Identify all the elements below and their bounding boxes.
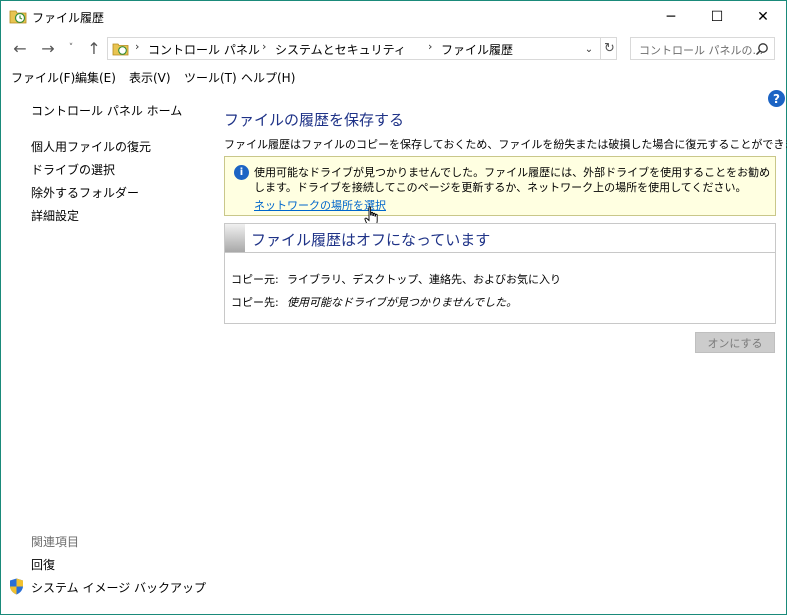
navigation-bar: ← → ˅ ↑ › コントロール パネル › システムとセキュリティ › ファイ… [1,33,786,63]
breadcrumb-separator: › [135,40,140,53]
copy-to-label: コピー先: [231,296,279,309]
info-bar: i 使用可能なドライブが見つかりませんでした。ファイル履歴には、外部ドライブを使… [224,156,776,216]
copy-from-label: コピー元: [231,273,279,286]
breadcrumb-system-security[interactable]: システムとセキュリティ [275,41,406,58]
file-history-app-icon [9,10,27,24]
menu-edit[interactable]: 編集(E) [75,69,116,86]
restore-personal-files-link[interactable]: 個人用ファイルの復元 [31,138,151,155]
page-title: ファイルの履歴を保存する [224,111,405,129]
back-arrow-icon[interactable]: ← [10,38,30,58]
menu-help[interactable]: ヘルプ(H) [241,69,295,86]
recovery-link[interactable]: 回復 [31,556,55,573]
related-items-heading: 関連項目 [31,535,80,549]
recent-locations-chevron-icon[interactable]: ˅ [65,38,77,58]
breadcrumb-separator: › [262,40,267,53]
search-icon[interactable] [755,42,769,56]
info-message: 使用可能なドライブが見つかりませんでした。ファイル履歴には、外部ドライブを使用す… [254,166,771,194]
forward-arrow-icon[interactable]: → [38,38,58,58]
turn-on-button[interactable]: オンにする [695,332,775,353]
minimize-button[interactable]: ─ [648,1,694,32]
address-dropdown-chevron-icon[interactable]: ⌄ [580,40,598,58]
copy-to-value: 使用可能なドライブが見つかりませんでした。 [287,296,518,309]
status-off-indicator-icon [225,224,245,252]
title-bar: ファイル履歴 ─ ☐ ✕ [1,1,786,32]
file-history-window: ファイル履歴 ─ ☐ ✕ ← → ˅ ↑ › コントロール パネル › システム… [0,0,787,615]
breadcrumb-file-history[interactable]: ファイル履歴 [441,41,513,58]
search-placeholder: コントロール パネルの... [639,44,763,57]
search-input[interactable]: コントロール パネルの... [630,37,775,60]
up-arrow-icon[interactable]: ↑ [84,38,104,58]
info-icon: i [234,165,249,180]
close-button[interactable]: ✕ [740,1,786,32]
copy-from-value: ライブラリ、デスクトップ、連絡先、およびお気に入り [287,273,562,286]
select-drive-link[interactable]: ドライブの選択 [31,161,115,178]
status-header: ファイル履歴はオフになっています [225,224,775,253]
control-panel-home-link[interactable]: コントロール パネル ホーム [31,102,182,119]
control-panel-icon [112,43,129,56]
breadcrumb-separator: › [428,40,433,53]
status-panel: ファイル履歴はオフになっています コピー元: ライブラリ、デスクトップ、連絡先、… [224,223,776,324]
help-icon[interactable]: ? [768,90,785,107]
address-bar[interactable]: › コントロール パネル › システムとセキュリティ › ファイル履歴 ⌄ ↻ [107,37,617,60]
menu-bar: ファイル(F) 編集(E) 表示(V) ツール(T) ヘルプ(H) [1,67,786,87]
page-description: ファイル履歴はファイルのコピーを保存しておくため、ファイルを紛失または破損した場… [224,138,787,151]
menu-file[interactable]: ファイル(F) [11,69,75,86]
maximize-button[interactable]: ☐ [694,1,740,32]
menu-tools[interactable]: ツール(T) [184,69,237,86]
exclude-folders-link[interactable]: 除外するフォルダー [31,184,139,201]
system-image-backup-link[interactable]: システム イメージ バックアップ [31,579,206,596]
breadcrumb-control-panel[interactable]: コントロール パネル [148,41,260,58]
uac-shield-icon [10,578,23,595]
menu-view[interactable]: 表示(V) [129,69,171,86]
advanced-settings-link[interactable]: 詳細設定 [31,207,79,224]
status-title: ファイル履歴はオフになっています [251,231,491,249]
refresh-icon[interactable]: ↻ [600,38,618,59]
window-title: ファイル履歴 [32,11,105,25]
